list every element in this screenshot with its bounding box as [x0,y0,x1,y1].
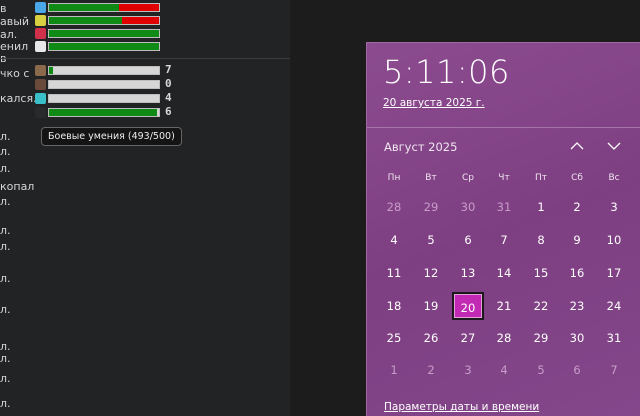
chat-line-fragment: л. [0,162,11,175]
day-cell[interactable]: 24 [598,292,630,320]
chat-line-fragment: л. [0,372,11,385]
day-cell[interactable]: 10 [598,226,630,254]
skill-level-value: 0 [165,77,172,90]
weekday-label: Сб [571,173,583,183]
chevron-up-icon [570,142,584,150]
full-date-link[interactable]: 20 августа 2025 г. [383,97,485,109]
day-cell[interactable]: 12 [415,259,447,287]
weekday-label: Вт [425,173,437,183]
chat-line-fragment: л. [0,397,11,410]
day-cell[interactable]: 28 [378,193,410,221]
gem-icon [35,93,46,104]
day-cell[interactable]: 31 [598,324,630,352]
divider [0,58,290,59]
day-cell[interactable]: 4 [488,356,520,384]
day-cell[interactable]: 19 [415,292,447,320]
weekday-label: Чт [498,173,510,183]
skill-progress-bar [48,80,160,89]
chat-line-fragment: чко с [0,67,30,80]
droplet-icon [35,2,46,13]
day-cell[interactable]: 18 [378,292,410,320]
day-cell[interactable]: 29 [415,193,447,221]
skill-progress-bar [48,108,160,117]
day-cell[interactable]: 13 [452,259,484,287]
paper-icon [35,41,46,52]
day-cell[interactable]: 30 [452,193,484,221]
previous-month-button[interactable] [567,136,587,156]
day-cell[interactable]: 21 [488,292,520,320]
chat-line-fragment: л. [0,195,11,208]
day-cell[interactable]: 4 [378,226,410,254]
day-cell[interactable]: 15 [525,259,557,287]
paw-icon [35,107,46,118]
lightbulb-icon [35,15,46,26]
skill-level-value: 4 [165,91,172,104]
skill-level-value: 7 [165,63,172,76]
day-cell[interactable]: 9 [561,226,593,254]
heart-icon [35,28,46,39]
day-cell[interactable]: 8 [525,226,557,254]
skill-progress-bar [48,66,160,75]
weekday-label: Пн [387,173,401,183]
day-cell[interactable]: 14 [488,259,520,287]
day-cell[interactable]: 29 [525,324,557,352]
boot-icon [35,79,46,90]
skill-progress-bar [48,94,160,103]
chat-line-fragment: л. [0,130,11,143]
weekday-label: Пт [534,173,547,183]
skill-progress-bar [48,3,160,12]
day-cell[interactable]: 7 [488,226,520,254]
day-cell[interactable]: 2 [561,193,593,221]
day-cell[interactable]: 6 [452,226,484,254]
day-cell[interactable]: 5 [415,226,447,254]
chat-line-fragment: л. [0,240,11,253]
day-cell[interactable]: 3 [598,193,630,221]
day-cell[interactable]: 17 [598,259,630,287]
chat-line-fragment: л. [0,272,11,285]
day-cell[interactable]: 6 [561,356,593,384]
skill-level-value: 6 [165,105,172,118]
divider [367,127,640,128]
chat-line-fragment: копал [0,180,35,193]
day-cell[interactable]: 11 [378,259,410,287]
chat-line-fragment: л. [0,145,11,158]
chat-line-fragment: л. [0,352,11,365]
day-cell[interactable]: 3 [452,356,484,384]
day-cell[interactable]: 22 [525,292,557,320]
skill-tooltip: Боевые умения (493/500) [41,127,182,146]
day-cell[interactable]: 23 [561,292,593,320]
day-cell[interactable]: 2 [415,356,447,384]
game-chat-panel [0,0,290,416]
skill-progress-bar [48,29,160,38]
calendar-flyout: 5:11:06 20 августа 2025 г. Август 2025 П… [366,42,640,416]
day-cell[interactable]: 28 [488,324,520,352]
skill-progress-bar [48,16,160,25]
day-cell[interactable]: 16 [561,259,593,287]
day-cell[interactable]: 26 [415,324,447,352]
skill-progress-bar [48,42,160,51]
day-cell[interactable]: 1 [378,356,410,384]
chat-line-fragment: в [0,2,7,15]
pickaxe-icon [35,65,46,76]
day-cell[interactable]: 1 [525,193,557,221]
next-month-button[interactable] [604,136,624,156]
chat-line-fragment: л. [0,224,11,237]
day-cell[interactable]: 31 [488,193,520,221]
date-time-settings-link[interactable]: Параметры даты и времени [384,401,539,413]
weekday-label: Ср [462,173,474,183]
day-cell[interactable]: 7 [598,356,630,384]
weekday-label: Вс [608,173,620,183]
day-cell[interactable]: 27 [452,324,484,352]
day-cell-today[interactable]: 20 [452,292,484,320]
day-cell[interactable]: 5 [525,356,557,384]
month-year-label[interactable]: Август 2025 [384,140,457,154]
chevron-down-icon [607,142,621,150]
day-cell[interactable]: 25 [378,324,410,352]
chat-line-fragment: авый [0,15,30,28]
chat-line-fragment: л. [0,303,11,316]
clock-time: 5:11:06 [383,53,510,91]
chat-line-fragment: кался. [0,92,37,105]
day-cell[interactable]: 30 [561,324,593,352]
